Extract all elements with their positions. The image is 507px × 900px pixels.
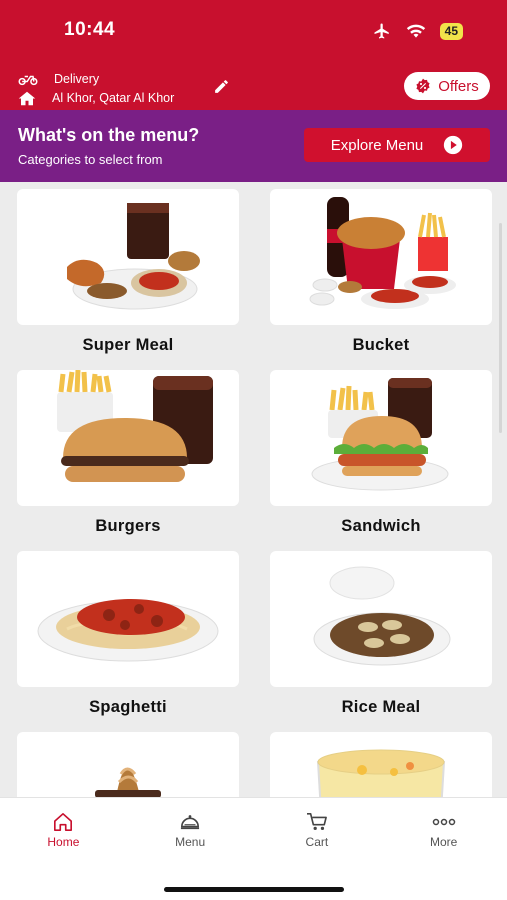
banner-title: What's on the menu? [18,125,200,145]
category-card-rice-meal[interactable]: Rice Meal [270,551,492,717]
drink-image [270,732,492,797]
rice-meal-image [270,551,492,687]
play-circle-icon [444,135,463,155]
category-label: Bucket [352,336,410,354]
explore-menu-button[interactable]: Explore Menu [304,128,490,162]
nav-label: Menu [175,835,206,849]
battery-indicator: 45 [439,22,463,40]
category-card-super-meal[interactable]: Super Meal [17,189,239,355]
super-meal-image [17,189,239,325]
airplane-icon [374,23,389,39]
nav-item-home[interactable]: Home [0,798,127,865]
offer-badge-icon [416,78,430,94]
wifi-icon [406,24,425,38]
home-indicator-area [0,865,507,900]
category-card-spaghetti[interactable]: Spaghetti [17,551,239,717]
status-icons: 45 [372,22,463,40]
category-label: Burgers [95,517,161,535]
home-location-icon [18,91,36,105]
cloche-icon [181,815,200,830]
edit-address-button[interactable] [213,78,230,100]
scrollbar[interactable] [499,223,502,433]
more-icon [432,818,455,826]
category-card-dessert[interactable] [17,732,239,797]
delivery-label: Delivery [54,72,100,86]
category-label: Super Meal [82,336,174,354]
category-label: Spaghetti [89,698,167,716]
pencil-icon [215,80,228,93]
app-header: 10:44 45 Delivery Al Khor, Qatar Al Khor… [0,0,507,110]
scooter-icon [18,75,38,86]
explore-menu-label: Explore Menu [330,136,424,154]
sandwich-image [270,370,492,506]
status-time: 10:44 [64,19,116,40]
spaghetti-image [17,551,239,687]
burgers-image [17,370,239,506]
menu-banner: What's on the menu? Categories to select… [0,110,507,182]
category-label: Rice Meal [341,698,421,716]
nav-item-menu[interactable]: Menu [127,798,254,865]
offers-button[interactable]: Offers [404,72,490,100]
category-label: Sandwich [341,517,421,535]
nav-label: Cart [305,835,329,849]
home-icon [54,813,73,831]
nav-item-more[interactable]: More [380,798,507,865]
cart-icon [306,813,327,830]
nav-label: More [429,835,458,849]
category-card-burgers[interactable]: Burgers [17,370,239,536]
delivery-location[interactable]: Delivery Al Khor, Qatar Al Khor [18,70,174,107]
bottom-nav: Home Menu Cart More [0,797,507,865]
nav-label: Home [47,835,80,849]
banner-subtitle: Categories to select from [18,152,163,167]
category-card-sandwich[interactable]: Sandwich [270,370,492,536]
category-card-bucket[interactable]: Bucket [270,189,492,355]
bucket-image [270,189,492,325]
category-card-drink[interactable] [270,732,492,797]
home-indicator[interactable] [164,887,344,892]
nav-item-cart[interactable]: Cart [254,798,381,865]
category-grid: Super Meal Bucket Burgers Sandwich Spagh… [0,182,507,797]
delivery-address: Al Khor, Qatar Al Khor [52,91,175,105]
dessert-image [17,732,239,797]
offers-label: Offers [438,77,479,95]
app-screen: 10:44 45 Delivery Al Khor, Qatar Al Khor… [0,0,507,900]
